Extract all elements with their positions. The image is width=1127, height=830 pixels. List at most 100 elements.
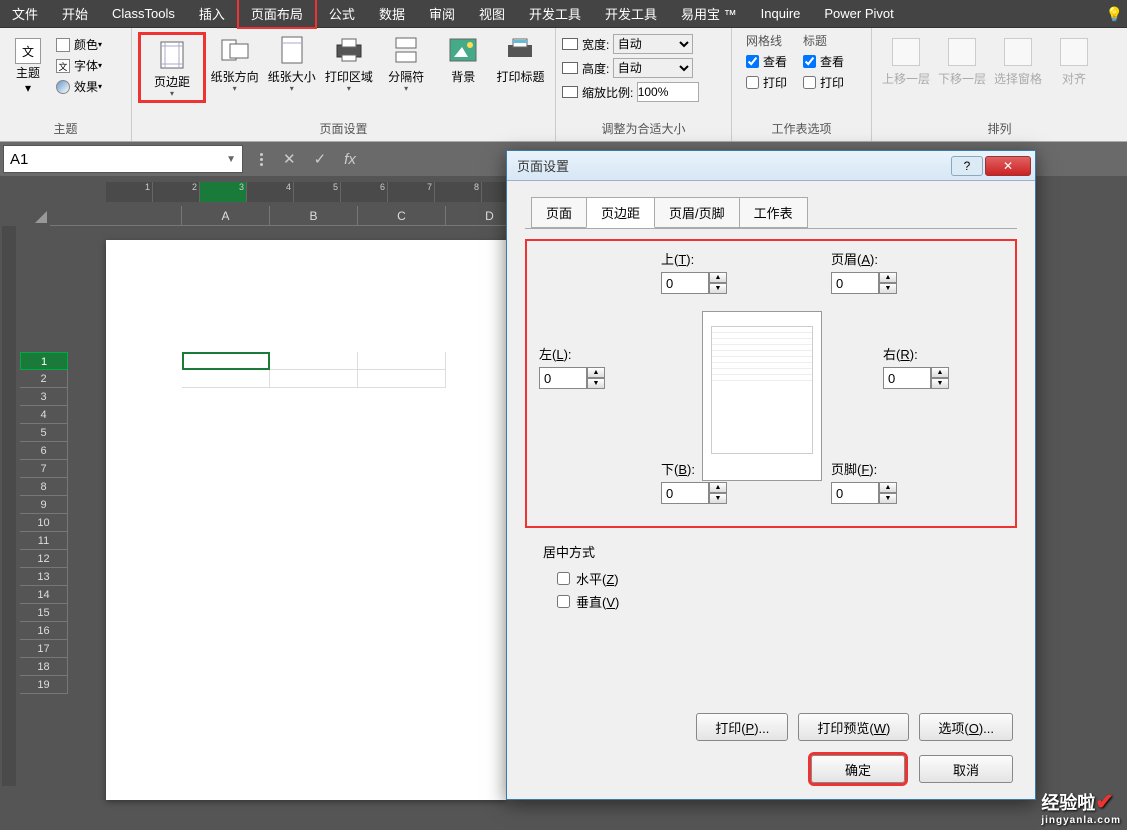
send-backward-button[interactable]: 下移一层 (934, 38, 990, 87)
col-header-B[interactable]: B (270, 206, 358, 226)
page-setup-dialog: 页面设置 ? ✕ 页面 页边距 页眉/页脚 工作表 上(T): ▲▼ 页眉(A)… (506, 150, 1036, 800)
row-header[interactable]: 11 (20, 532, 68, 550)
select-all-corner[interactable] (20, 206, 50, 226)
col-header-A[interactable]: A (182, 206, 270, 226)
row-header[interactable]: 9 (20, 496, 68, 514)
row-header[interactable]: 10 (20, 514, 68, 532)
menu-dev1[interactable]: 开发工具 (517, 0, 593, 27)
bring-forward-button[interactable]: 上移一层 (878, 38, 934, 87)
menu-dev2[interactable]: 开发工具 (593, 0, 669, 27)
row-header[interactable]: 12 (20, 550, 68, 568)
center-horizontal-check[interactable]: 水平(Z) (557, 569, 1017, 588)
margin-footer-label: 页脚(F): (831, 459, 941, 478)
margins-panel: 上(T): ▲▼ 页眉(A): ▲▼ 左(L): ▲▼ 右(R): ▲▼ (525, 239, 1017, 528)
chevron-down-icon[interactable]: ▼ (226, 154, 236, 165)
menu-view[interactable]: 视图 (467, 0, 517, 27)
margin-footer-input[interactable] (831, 482, 879, 504)
fx-icon[interactable]: fx (344, 151, 356, 168)
size-button[interactable]: 纸张大小▾ (263, 34, 320, 93)
selection-pane-button[interactable]: 选择窗格 (990, 38, 1046, 87)
grid-view-check[interactable]: 查看 (746, 53, 787, 70)
spin-up-icon[interactable]: ▲ (709, 272, 727, 283)
row-header[interactable]: 4 (20, 406, 68, 424)
menu-insert[interactable]: 插入 (187, 0, 237, 27)
group-arrange-label: 排列 (872, 118, 1127, 141)
margin-right-label: 右(R): (883, 344, 1003, 363)
breaks-button[interactable]: 分隔符▾ (378, 34, 435, 93)
cell-A1[interactable] (182, 352, 270, 370)
row-header-1[interactable]: 1 (20, 352, 68, 370)
menu-home[interactable]: 开始 (50, 0, 100, 27)
margin-header-input[interactable] (831, 272, 879, 294)
orientation-button[interactable]: 纸张方向▾ (206, 34, 263, 93)
ok-button[interactable]: 确定 (811, 755, 905, 783)
menu-pagelayout[interactable]: 页面布局 (237, 0, 317, 29)
theme-colors[interactable]: 颜色 ▾ (56, 36, 102, 53)
row-header[interactable]: 3 (20, 388, 68, 406)
scale-height-select[interactable]: 自动 (613, 58, 693, 78)
print-button[interactable]: 打印(P)... (696, 713, 788, 741)
watermark: 经验啦✔ jingyanla.com (1041, 789, 1121, 826)
row-header[interactable]: 17 (20, 640, 68, 658)
effects-icon (56, 80, 70, 94)
grid-print-check[interactable]: 打印 (746, 74, 787, 91)
center-vertical-check[interactable]: 垂直(V) (557, 592, 1017, 611)
head-view-check[interactable]: 查看 (803, 53, 844, 70)
grip-icon[interactable] (257, 152, 265, 167)
theme-effects[interactable]: 效果 ▾ (56, 78, 102, 95)
col-header-C[interactable]: C (358, 206, 446, 226)
tab-page[interactable]: 页面 (531, 197, 587, 228)
row-header[interactable]: 15 (20, 604, 68, 622)
tab-margins[interactable]: 页边距 (586, 197, 655, 228)
tab-headerfooter[interactable]: 页眉/页脚 (654, 197, 740, 228)
head-print-check[interactable]: 打印 (803, 74, 844, 91)
help-button[interactable]: ? (951, 156, 983, 176)
dialog-titlebar[interactable]: 页面设置 ? ✕ (507, 151, 1035, 181)
row-header[interactable]: 13 (20, 568, 68, 586)
margin-top-input[interactable] (661, 272, 709, 294)
cancel-button[interactable]: 取消 (919, 755, 1013, 783)
row-header[interactable]: 18 (20, 658, 68, 676)
row-header[interactable]: 16 (20, 622, 68, 640)
row-header[interactable]: 19 (20, 676, 68, 694)
themes-button[interactable]: 文 主题 ▾ (6, 32, 50, 95)
row-header[interactable]: 8 (20, 478, 68, 496)
print-titles-button[interactable]: 打印标题 (492, 34, 549, 84)
background-icon (447, 34, 479, 66)
background-button[interactable]: 背景 (435, 34, 492, 84)
menu-powerpivot[interactable]: Power Pivot (812, 2, 905, 25)
menu-classtools[interactable]: ClassTools (100, 2, 187, 25)
center-group: 居中方式 水平(Z) 垂直(V) (543, 542, 1017, 611)
tell-me-bulb-icon[interactable]: 💡 (1106, 6, 1123, 23)
menu-data[interactable]: 数据 (367, 0, 417, 27)
tab-sheet[interactable]: 工作表 (739, 197, 808, 228)
menu-review[interactable]: 审阅 (417, 0, 467, 27)
menu-file[interactable]: 文件 (0, 0, 50, 27)
row-header[interactable]: 2 (20, 370, 68, 388)
row-header[interactable]: 14 (20, 586, 68, 604)
print-area-button[interactable]: 打印区域▾ (320, 34, 377, 93)
margin-header-label: 页眉(A): (831, 249, 941, 268)
margin-right-input[interactable] (883, 367, 931, 389)
cell-grid[interactable] (182, 352, 446, 388)
align-icon (1060, 38, 1088, 66)
spin-down-icon[interactable]: ▼ (709, 283, 727, 294)
scale-ratio-input[interactable] (637, 82, 699, 102)
options-button[interactable]: 选项(O)... (919, 713, 1013, 741)
check-icon: ✔ (1095, 789, 1113, 814)
margins-button[interactable]: 页边距▾ (143, 39, 201, 98)
bring-forward-icon (892, 38, 920, 66)
close-button[interactable]: ✕ (985, 156, 1031, 176)
menu-inquire[interactable]: Inquire (749, 2, 813, 25)
row-header[interactable]: 7 (20, 460, 68, 478)
row-header[interactable]: 5 (20, 424, 68, 442)
theme-fonts[interactable]: 文字体 ▾ (56, 57, 102, 74)
menu-eyb[interactable]: 易用宝 ™ (669, 0, 749, 27)
margin-left-input[interactable] (539, 367, 587, 389)
name-box[interactable]: A1▼ (3, 145, 243, 173)
align-button[interactable]: 对齐 (1046, 38, 1102, 87)
scale-width-select[interactable]: 自动 (613, 34, 693, 54)
menu-formula[interactable]: 公式 (317, 0, 367, 27)
row-header[interactable]: 6 (20, 442, 68, 460)
print-preview-button[interactable]: 打印预览(W) (798, 713, 909, 741)
